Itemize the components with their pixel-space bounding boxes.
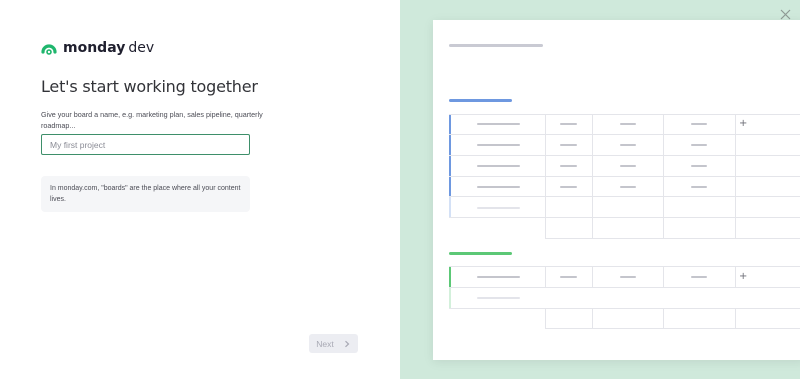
board-preview-panel: + + [400, 0, 800, 379]
close-icon[interactable] [780, 9, 791, 20]
board-preview: + + [433, 20, 800, 360]
board-name-helper: Give your board a name, e.g. marketing p… [41, 110, 263, 130]
cell-placeholder [691, 144, 707, 146]
chevron-right-icon [344, 340, 350, 347]
monday-logo-icon [41, 44, 57, 55]
cell-placeholder [620, 276, 636, 278]
group-color-marker [449, 266, 451, 287]
table-gridline [735, 266, 736, 287]
cell-placeholder [477, 297, 520, 299]
cell-placeholder [477, 144, 520, 146]
table-gridline [592, 308, 593, 328]
cell-placeholder [477, 123, 520, 125]
table-gridline [449, 196, 800, 197]
cell-placeholder [477, 186, 520, 188]
cell-placeholder [620, 186, 636, 188]
cell-placeholder [560, 123, 577, 125]
brand-product: dev [128, 40, 155, 56]
cell-placeholder [620, 123, 636, 125]
cell-placeholder [691, 276, 707, 278]
table-gridline [663, 308, 664, 328]
group-title-placeholder [449, 252, 512, 255]
table-gridline [449, 114, 800, 115]
next-button-label: Next [316, 338, 334, 349]
table-gridline [592, 114, 593, 238]
table-gridline [663, 114, 664, 238]
cell-placeholder [620, 144, 636, 146]
table-gridline [735, 114, 736, 238]
cell-placeholder [620, 165, 636, 167]
table-gridline [449, 287, 800, 288]
group-add-row-marker [449, 196, 451, 217]
brand-name: monday [63, 40, 126, 56]
onboarding-form-panel: monday dev Let's start working together G… [0, 0, 400, 379]
group-title-placeholder [449, 99, 512, 102]
brand-wordmark: monday dev [63, 40, 154, 56]
add-column-icon: + [739, 118, 748, 129]
info-box: In monday.com, "boards" are the place wh… [41, 176, 250, 212]
cell-placeholder [560, 144, 577, 146]
table-gridline [592, 266, 593, 287]
brand-logo: monday dev [41, 40, 154, 56]
board-title-placeholder [449, 44, 543, 47]
table-gridline [663, 266, 664, 287]
cell-placeholder [560, 165, 577, 167]
table-gridline [449, 266, 800, 267]
page-title: Let's start working together [41, 77, 258, 96]
cell-placeholder [477, 165, 520, 167]
next-button[interactable]: Next [309, 334, 358, 353]
table-gridline [545, 328, 800, 329]
cell-placeholder [477, 276, 520, 278]
cell-placeholder [477, 207, 520, 209]
cell-placeholder [691, 123, 707, 125]
table-gridline [545, 238, 800, 239]
onboarding-page: monday dev Let's start working together G… [0, 0, 800, 379]
table-gridline [449, 308, 800, 309]
cell-placeholder [691, 165, 707, 167]
add-column-icon: + [739, 271, 748, 282]
group-add-row-marker [449, 287, 451, 308]
table-gridline [545, 266, 546, 287]
table-gridline [449, 134, 800, 135]
table-gridline [735, 308, 736, 328]
table-gridline [449, 176, 800, 177]
table-gridline [545, 308, 546, 328]
cell-placeholder [560, 276, 577, 278]
table-gridline [449, 155, 800, 156]
cell-placeholder [560, 186, 577, 188]
cell-placeholder [691, 186, 707, 188]
board-name-input[interactable] [41, 134, 250, 155]
table-gridline [449, 217, 800, 218]
table-gridline [545, 217, 546, 238]
